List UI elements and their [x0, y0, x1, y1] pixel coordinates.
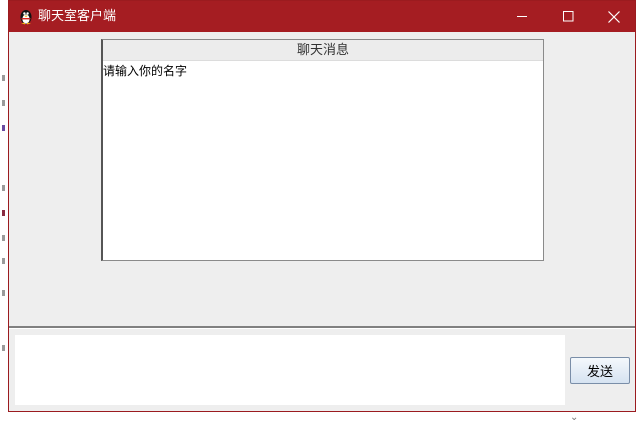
background-fragment [2, 290, 5, 296]
background-fragment [2, 345, 5, 351]
close-icon [608, 10, 620, 23]
background-fragment [2, 258, 5, 264]
chevron-down-icon: ⌄ [570, 412, 579, 423]
background-fragment [2, 125, 5, 131]
send-button[interactable]: 发送 [570, 357, 630, 384]
minimize-icon [516, 16, 527, 17]
minimize-button[interactable] [499, 1, 545, 32]
maximize-button[interactable] [545, 1, 591, 32]
chat-panel-title: 聊天消息 [103, 40, 543, 61]
close-button[interactable] [591, 1, 637, 32]
chat-messages-panel[interactable]: 聊天消息 请输入你的名字 [101, 39, 544, 261]
window-title: 聊天室客户端 [38, 9, 117, 24]
message-input[interactable] [15, 335, 565, 405]
background-fragment [2, 235, 5, 241]
maximize-icon [562, 11, 573, 22]
background-fragment [2, 100, 5, 106]
background-fragment [2, 210, 5, 216]
chat-client-window: 聊天室客户端 聊天消息 请输入你的名字 发送 [8, 0, 636, 412]
desktop-background-right [636, 0, 644, 421]
chat-message: 请输入你的名字 [103, 64, 188, 78]
title-bar[interactable]: 聊天室客户端 [9, 1, 635, 32]
penguin-icon [20, 10, 32, 25]
desktop-background-bottom [0, 412, 644, 421]
background-fragment [2, 75, 5, 81]
background-fragment [2, 185, 5, 191]
split-pane-divider-highlight [9, 328, 635, 329]
